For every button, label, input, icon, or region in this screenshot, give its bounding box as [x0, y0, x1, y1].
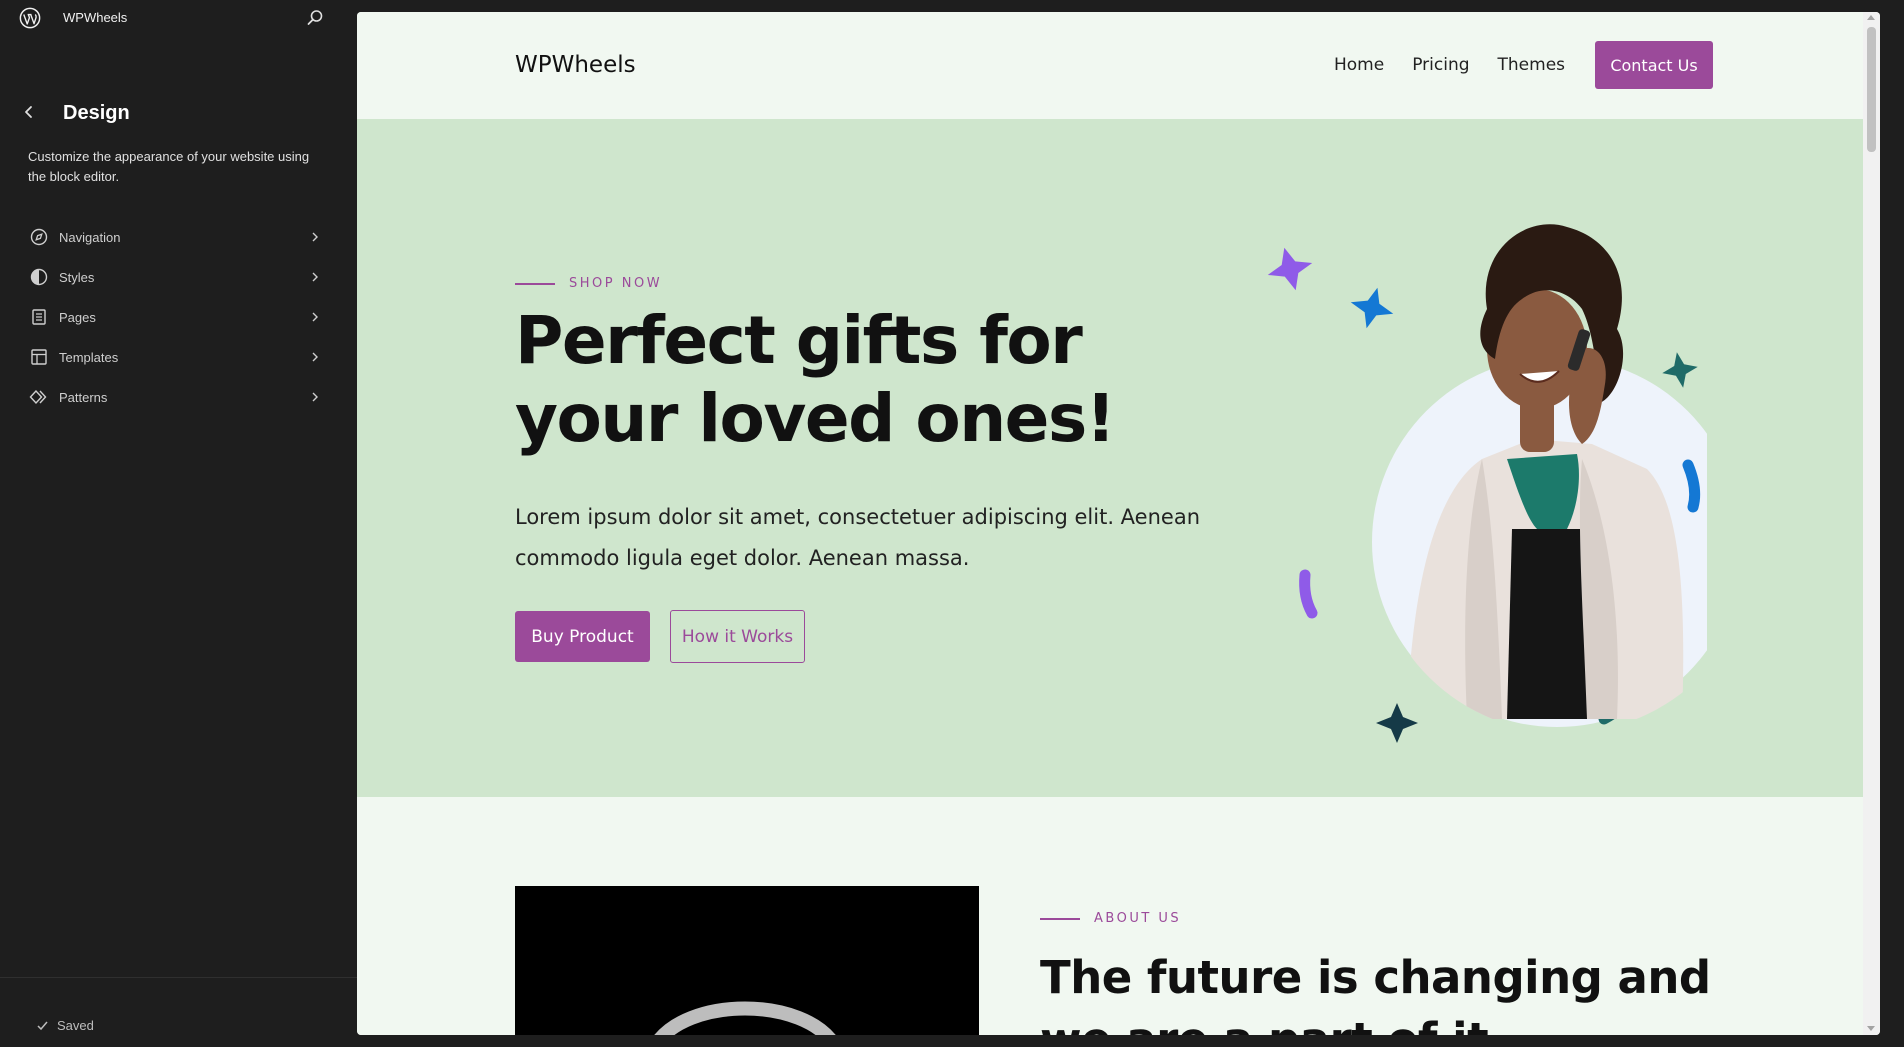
hero-eyebrow-text: SHOP NOW — [569, 276, 663, 291]
about-eyebrow: ABOUT US — [1040, 911, 1181, 926]
about-section: ABOUT US The future is changing and we a… — [357, 797, 1863, 1035]
preview-scrollbar[interactable] — [1863, 12, 1880, 1035]
sidebar-footer: Saved — [0, 977, 357, 1047]
buy-product-button[interactable]: Buy Product — [515, 611, 650, 662]
eyebrow-line — [1040, 917, 1080, 920]
chevron-right-icon — [312, 392, 318, 402]
about-eyebrow-text: ABOUT US — [1094, 911, 1182, 926]
scrollbar-thumb[interactable] — [1867, 27, 1876, 152]
chevron-right-icon — [312, 312, 318, 322]
panel-description: Customize the appearance of your website… — [28, 149, 310, 184]
nav-link-themes[interactable]: Themes — [1498, 55, 1566, 75]
hero-eyebrow: SHOP NOW — [515, 276, 662, 291]
hero-illustration — [1267, 224, 1707, 743]
chevron-right-icon — [312, 272, 318, 282]
layout-icon — [29, 347, 49, 367]
half-circle-icon — [29, 267, 49, 287]
menu-item-pages[interactable]: Pages — [20, 297, 330, 337]
site-header: WPWheels Home Pricing Themes Contact Us — [357, 12, 1863, 119]
menu-item-label: Pages — [59, 309, 96, 325]
hero-title: Perfect gifts for your loved ones! — [515, 302, 1116, 457]
about-title: The future is changing and we are a part… — [1040, 951, 1711, 1035]
menu-item-label: Templates — [59, 349, 119, 365]
how-it-works-button[interactable]: How it Works — [670, 610, 805, 663]
save-status: Saved — [36, 1018, 94, 1033]
menu-item-templates[interactable]: Templates — [20, 337, 330, 377]
panel-title: Design — [63, 102, 130, 124]
site-editor-sidebar: WPWheels Design Customize the appearance… — [0, 0, 357, 1047]
sidebar-topbar: WPWheels — [0, 0, 357, 36]
scroll-down-arrow-icon[interactable] — [1867, 1026, 1875, 1031]
page-icon — [29, 307, 49, 327]
save-status-label: Saved — [57, 1018, 94, 1033]
search-icon[interactable] — [305, 8, 325, 28]
nav-link-home[interactable]: Home — [1334, 55, 1384, 75]
scroll-up-arrow-icon[interactable] — [1867, 15, 1875, 20]
hero-section: SHOP NOW Perfect gifts for your loved on… — [357, 119, 1863, 797]
design-menu: Navigation Styles Pages Templates Patter… — [20, 217, 330, 417]
site-navigation: Home Pricing Themes Contact Us — [1334, 41, 1714, 89]
checkmark-icon — [37, 1021, 48, 1031]
diamond-icon — [29, 387, 49, 407]
menu-item-patterns[interactable]: Patterns — [20, 377, 330, 417]
site-title[interactable]: WPWheels — [63, 10, 127, 25]
chevron-right-icon — [312, 352, 318, 362]
back-arrow-icon[interactable] — [20, 102, 38, 122]
menu-item-styles[interactable]: Styles — [20, 257, 330, 297]
about-image-graphic — [654, 1001, 836, 1035]
hero-buttons: Buy Product How it Works — [515, 610, 805, 663]
eyebrow-line — [515, 282, 555, 285]
wordpress-logo-icon[interactable] — [19, 7, 41, 29]
hero-text: Lorem ipsum dolor sit amet, consectetuer… — [515, 505, 1201, 570]
site-preview-canvas[interactable]: WPWheels Home Pricing Themes Contact Us … — [357, 12, 1880, 1035]
menu-item-label: Patterns — [59, 389, 108, 405]
site-brand[interactable]: WPWheels — [515, 52, 636, 78]
chevron-right-icon — [312, 232, 318, 242]
menu-item-label: Styles — [59, 269, 95, 285]
nav-link-pricing[interactable]: Pricing — [1412, 55, 1469, 75]
about-image — [515, 886, 979, 1035]
menu-item-label: Navigation — [59, 229, 121, 245]
contact-us-button[interactable]: Contact Us — [1595, 41, 1714, 89]
compass-icon — [29, 227, 49, 247]
menu-item-navigation[interactable]: Navigation — [20, 217, 330, 257]
